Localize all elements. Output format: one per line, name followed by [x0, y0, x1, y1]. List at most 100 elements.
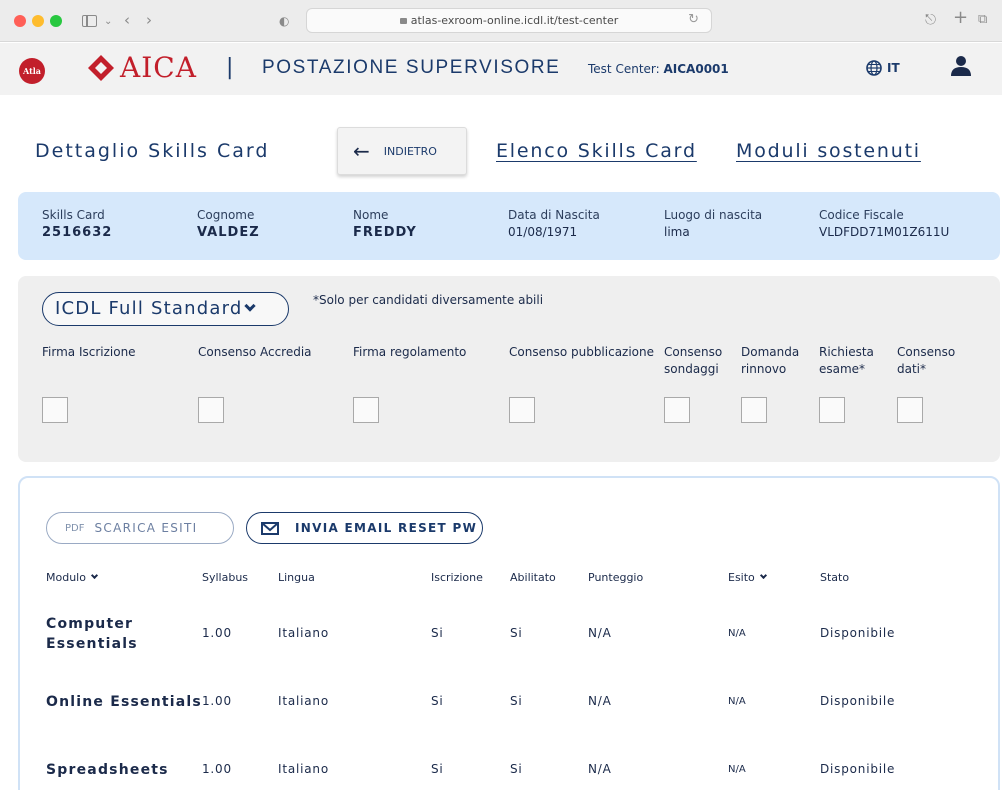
download-results-button[interactable]: PDF SCARICA ESITI: [46, 512, 234, 544]
outcome-cell: N/A: [728, 764, 746, 775]
column-header-abilitato: Abilitato: [510, 571, 556, 584]
certification-select[interactable]: ICDL Full Standard: [42, 292, 289, 326]
modules-taken-link[interactable]: Moduli sostenuti: [736, 140, 921, 162]
sidebar-icon[interactable]: [82, 15, 97, 27]
checkbox-consenso-pubblicazione[interactable]: [509, 397, 535, 423]
consent-card: ICDL Full Standard *Solo per candidati d…: [18, 276, 1000, 462]
syllabus-cell: 1.00: [202, 694, 232, 708]
syllabus-cell: 1.00: [202, 626, 232, 640]
checkbox-domanda-rinnovo[interactable]: [741, 397, 767, 423]
enabled-cell: Si: [510, 694, 523, 708]
shield-icon[interactable]: ◐: [279, 11, 289, 31]
test-center-label: Test Center:: [588, 62, 660, 76]
reload-icon[interactable]: ↻: [688, 12, 699, 27]
info-label: Cognome: [197, 208, 255, 222]
enrolled-cell: Si: [431, 626, 444, 640]
disability-note: *Solo per candidati diversamente abili: [313, 293, 544, 307]
info-value: VALDEZ: [197, 225, 260, 240]
language-cell: Italiano: [278, 626, 329, 640]
module-name: Computer Essentials: [46, 614, 206, 654]
window-minimize-button[interactable]: [32, 15, 44, 27]
consent-label-line: rinnovo: [741, 362, 787, 376]
info-label: Skills Card: [42, 208, 105, 222]
skills-card-list-link[interactable]: Elenco Skills Card: [496, 140, 697, 162]
consent-label: Consenso Accredia: [198, 345, 312, 359]
brand-name: AICA: [120, 51, 197, 84]
consent-label: Firma regolamento: [353, 345, 467, 359]
enrolled-cell: Si: [431, 762, 444, 776]
browser-toolbar: ⌄ ‹ › ◐ atlas-exroom-online.icdl.it/test…: [0, 0, 1002, 42]
window-close-button[interactable]: [14, 15, 26, 27]
globe-icon[interactable]: [866, 60, 882, 76]
back-icon[interactable]: ‹: [124, 10, 130, 30]
consent-label: Domanda rinnovo: [741, 344, 799, 378]
table-row[interactable]: Computer Essentials 1.00 Italiano Si Si …: [20, 606, 1000, 666]
info-tax-code: Codice Fiscale VLDFDD71M01Z611U: [819, 208, 949, 239]
certification-value: ICDL Full Standard: [55, 298, 243, 319]
back-button[interactable]: ← INDIETRO: [337, 127, 467, 175]
download-results-label: SCARICA ESITI: [94, 521, 198, 535]
info-value: VLDFDD71M01Z611U: [819, 225, 950, 239]
score-cell: N/A: [588, 762, 612, 776]
column-header-esito[interactable]: Esito: [728, 571, 767, 584]
info-surname: Cognome VALDEZ: [197, 208, 260, 240]
consent-label: Firma Iscrizione: [42, 345, 136, 359]
send-reset-email-label: INVIA EMAIL RESET PW: [295, 521, 478, 535]
pdf-icon: PDF: [65, 522, 85, 534]
language-selector[interactable]: IT: [887, 61, 900, 75]
checkbox-consenso-dati[interactable]: [897, 397, 923, 423]
column-header-stato: Stato: [820, 571, 850, 584]
checkbox-consenso-sondaggi[interactable]: [664, 397, 690, 423]
atla-logo: Atla: [19, 58, 45, 84]
chevron-down-icon: [244, 300, 257, 312]
status-cell: Disponibile: [820, 762, 896, 776]
page-title: Dettaglio Skills Card: [35, 140, 270, 162]
checkbox-firma-iscrizione[interactable]: [42, 397, 68, 423]
candidate-info-card: Skills Card 2516632 Cognome VALDEZ Nome …: [18, 192, 1000, 260]
back-button-label: INDIETRO: [383, 144, 437, 158]
arrow-left-icon: ←: [353, 139, 370, 163]
user-icon[interactable]: [950, 55, 972, 77]
module-name: Online Essentials: [46, 692, 226, 712]
checkbox-consenso-accredia[interactable]: [198, 397, 224, 423]
test-center-code: AICA0001: [663, 62, 729, 76]
info-label: Nome: [353, 208, 389, 222]
share-icon[interactable]: ⎋: [925, 10, 936, 30]
column-header-label: Esito: [728, 571, 755, 584]
mail-icon: [261, 521, 279, 535]
enabled-cell: Si: [510, 626, 523, 640]
consent-label-line: sondaggi: [664, 362, 719, 376]
table-row[interactable]: Online Essentials 1.00 Italiano Si Si N/…: [20, 674, 1000, 734]
consent-label-line: Consenso: [664, 345, 723, 359]
column-header-punteggio: Punteggio: [588, 571, 644, 584]
send-reset-email-button[interactable]: INVIA EMAIL RESET PW: [246, 512, 483, 544]
url-display[interactable]: atlas-exroom-online.icdl.it/test-center: [307, 14, 711, 27]
consent-label-line: dati*: [897, 362, 927, 376]
test-center: Test Center: AICA0001: [588, 62, 729, 76]
info-label: Luogo di nascita: [664, 208, 763, 222]
checkbox-firma-regolamento[interactable]: [353, 397, 379, 423]
forward-icon[interactable]: ›: [146, 10, 152, 30]
results-card: PDF SCARICA ESITI INVIA EMAIL RESET PW M…: [18, 476, 1000, 790]
language-cell: Italiano: [278, 762, 329, 776]
module-name-line: Essentials: [46, 636, 138, 652]
info-value: lima: [664, 225, 690, 239]
app-header: Atla AICA | POSTAZIONE SUPERVISORE Test …: [0, 43, 1002, 95]
consent-label: Consenso pubblicazione: [509, 345, 655, 359]
info-label: Data di Nascita: [508, 208, 600, 222]
score-cell: N/A: [588, 694, 612, 708]
enabled-cell: Si: [510, 762, 523, 776]
tabs-icon[interactable]: ⧉: [978, 10, 987, 30]
window-zoom-button[interactable]: [50, 15, 62, 27]
module-name-line: Spreadsheets: [46, 762, 169, 778]
new-tab-icon[interactable]: +: [953, 8, 968, 28]
table-row[interactable]: Spreadsheets 1.00 Italiano Si Si N/A N/A…: [20, 742, 1000, 790]
address-bar[interactable]: atlas-exroom-online.icdl.it/test-center …: [306, 8, 712, 33]
header-separator: |: [226, 55, 234, 80]
column-header-modulo[interactable]: Modulo: [46, 571, 99, 584]
sidebar-chevron-icon[interactable]: ⌄: [104, 12, 112, 32]
module-name: Spreadsheets: [46, 760, 206, 780]
checkbox-richiesta-esame[interactable]: [819, 397, 845, 423]
info-label: Codice Fiscale: [819, 208, 904, 222]
chevron-down-icon: [90, 571, 99, 580]
